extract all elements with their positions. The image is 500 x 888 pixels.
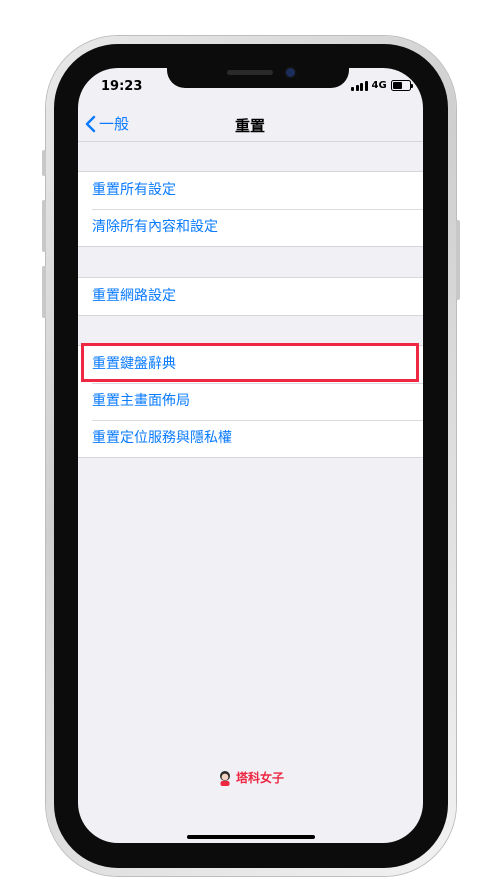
signal-icon bbox=[351, 80, 368, 91]
back-button[interactable]: 一般 bbox=[84, 113, 129, 134]
avatar-icon bbox=[220, 770, 230, 786]
page-title: 重置 bbox=[234, 117, 265, 135]
reset-location-privacy-row[interactable]: 重置定位服務與隱私權 bbox=[78, 420, 423, 457]
chevron-left-icon bbox=[85, 115, 96, 132]
network-type: 4G bbox=[371, 80, 387, 91]
settings-group-1: 重置所有設定 清除所有內容和設定 bbox=[78, 171, 423, 247]
status-time: 19:23 bbox=[101, 79, 143, 94]
reset-all-settings-row[interactable]: 重置所有設定 bbox=[78, 172, 423, 209]
volume-down-button bbox=[42, 266, 46, 318]
watermark-text: 塔科女子 bbox=[236, 771, 285, 785]
erase-all-content-row[interactable]: 清除所有內容和設定 bbox=[78, 209, 423, 246]
battery-level bbox=[392, 82, 403, 89]
speaker-grille bbox=[227, 70, 273, 75]
battery-icon bbox=[390, 80, 413, 91]
watermark: 塔科女子 bbox=[218, 769, 284, 786]
status-indicators: 4G bbox=[351, 80, 413, 91]
home-indicator[interactable] bbox=[187, 835, 315, 839]
nav-divider bbox=[78, 141, 423, 142]
reset-home-screen-layout-row[interactable]: 重置主畫面佈局 bbox=[78, 383, 423, 420]
mute-switch bbox=[42, 150, 46, 176]
front-camera bbox=[286, 68, 295, 77]
highlight-annotation bbox=[81, 343, 419, 382]
power-button bbox=[456, 220, 460, 300]
reset-network-settings-row[interactable]: 重置網路設定 bbox=[78, 278, 423, 315]
volume-up-button bbox=[42, 200, 46, 252]
settings-group-2: 重置網路設定 bbox=[78, 277, 423, 316]
back-button-label: 一般 bbox=[99, 115, 130, 133]
